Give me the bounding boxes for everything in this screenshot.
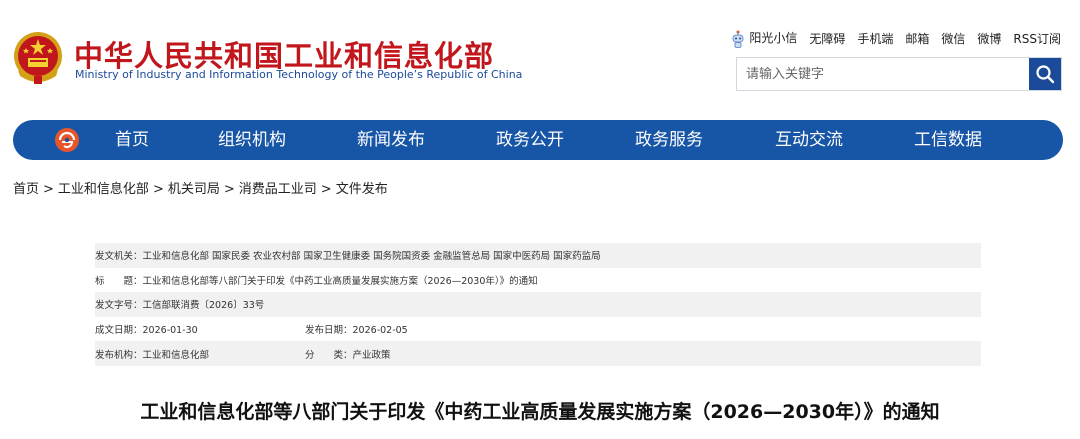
info-label: 发文字号： (95, 300, 143, 312)
info-row-title: 标 题： 工业和信息化部等八部门关于印发《中药工业高质量发展实施方案（2026—2… (95, 268, 981, 293)
breadcrumb-separator: > (320, 182, 332, 197)
breadcrumb-documents[interactable]: 文件发布 (336, 182, 388, 197)
breadcrumb: 首页 > 工业和信息化部 > 机关司局 > 消费品工业司 > 文件发布 (13, 178, 388, 197)
toplink-accessibility[interactable]: 无障碍 (809, 30, 845, 47)
toplink-label: 阳光小信 (749, 31, 798, 45)
nav-interaction[interactable]: 互动交流 (775, 120, 843, 160)
toplink-rss[interactable]: RSS订阅 (1013, 30, 1061, 47)
breadcrumb-home[interactable]: 首页 (13, 182, 39, 197)
info-label: 发文机关： (95, 251, 143, 263)
nav-logo-icon[interactable] (53, 127, 81, 153)
info-label: 标 题： (95, 275, 143, 287)
info-label: 发布日期： (305, 325, 353, 337)
national-emblem-icon[interactable] (12, 30, 64, 86)
info-label: 发布机构： (95, 349, 143, 361)
document-info-table: 发文机关： 工业和信息化部 国家民委 农业农村部 国家卫生健康委 国务院国资委 金… (95, 243, 981, 366)
info-row-issuer: 发文机关： 工业和信息化部 国家民委 农业农村部 国家卫生健康委 国务院国资委 金… (95, 243, 981, 268)
info-value: 2026-02-05 (352, 325, 408, 337)
nav-gov-affairs[interactable]: 政务公开 (496, 120, 564, 160)
robot-icon (732, 30, 744, 48)
info-value: 工业和信息化部等八部门关于印发《中药工业高质量发展实施方案（2026—2030年… (142, 275, 538, 287)
main-nav: 首页 组织机构 新闻发布 政务公开 政务服务 互动交流 工信数据 (13, 120, 1063, 160)
nav-home[interactable]: 首页 (115, 120, 149, 160)
nav-gov-services[interactable]: 政务服务 (635, 120, 703, 160)
search-button[interactable] (1029, 58, 1061, 90)
nav-data[interactable]: 工信数据 (914, 120, 982, 160)
toplink-weibo[interactable]: 微博 (977, 30, 1001, 47)
info-value: 工业和信息化部 (142, 349, 210, 361)
search-icon (1036, 65, 1055, 84)
top-links: 阳光小信 无障碍 手机端 邮箱 微信 微博 RSS订阅 (719, 29, 1061, 48)
search-input[interactable] (737, 58, 1029, 90)
info-row-dates: 成文日期：2026-01-30 发布日期：2026-02-05 (95, 317, 981, 342)
breadcrumb-separator: > (152, 182, 164, 197)
info-row-org: 发布机构：工业和信息化部 分 类：产业政策 (95, 341, 981, 366)
nav-news[interactable]: 新闻发布 (357, 120, 425, 160)
nav-organization[interactable]: 组织机构 (218, 120, 286, 160)
breadcrumb-miit[interactable]: 工业和信息化部 (58, 182, 149, 197)
article-title: 工业和信息化部等八部门关于印发《中药工业高质量发展实施方案（2026—2030年… (140, 401, 940, 423)
breadcrumb-consumer-goods[interactable]: 消费品工业司 (239, 182, 317, 197)
info-value: 产业政策 (352, 349, 391, 361)
toplink-sunshine[interactable]: 阳光小信 (731, 29, 797, 48)
info-label: 分 类： (305, 349, 353, 361)
breadcrumb-separator: > (223, 182, 235, 197)
toplink-wechat[interactable]: 微信 (941, 30, 965, 47)
toplink-mailbox[interactable]: 邮箱 (905, 30, 929, 47)
info-value: 工信部联消费〔2026〕33号 (142, 300, 265, 312)
toplink-mobile[interactable]: 手机端 (857, 30, 893, 47)
info-row-docno: 发文字号： 工信部联消费〔2026〕33号 (95, 292, 981, 317)
info-value: 2026-01-30 (142, 325, 198, 337)
breadcrumb-separator: > (43, 182, 54, 197)
info-value: 工业和信息化部 国家民委 农业农村部 国家卫生健康委 国务院国资委 金融监管总局… (142, 251, 601, 263)
site-header: 中华人民共和国工业和信息化部 Ministry of Industry and … (0, 0, 1080, 110)
site-title-en[interactable]: Ministry of Industry and Information Tec… (75, 68, 522, 81)
search-box (736, 57, 1062, 91)
breadcrumb-departments[interactable]: 机关司局 (168, 182, 220, 197)
info-label: 成文日期： (95, 325, 143, 337)
